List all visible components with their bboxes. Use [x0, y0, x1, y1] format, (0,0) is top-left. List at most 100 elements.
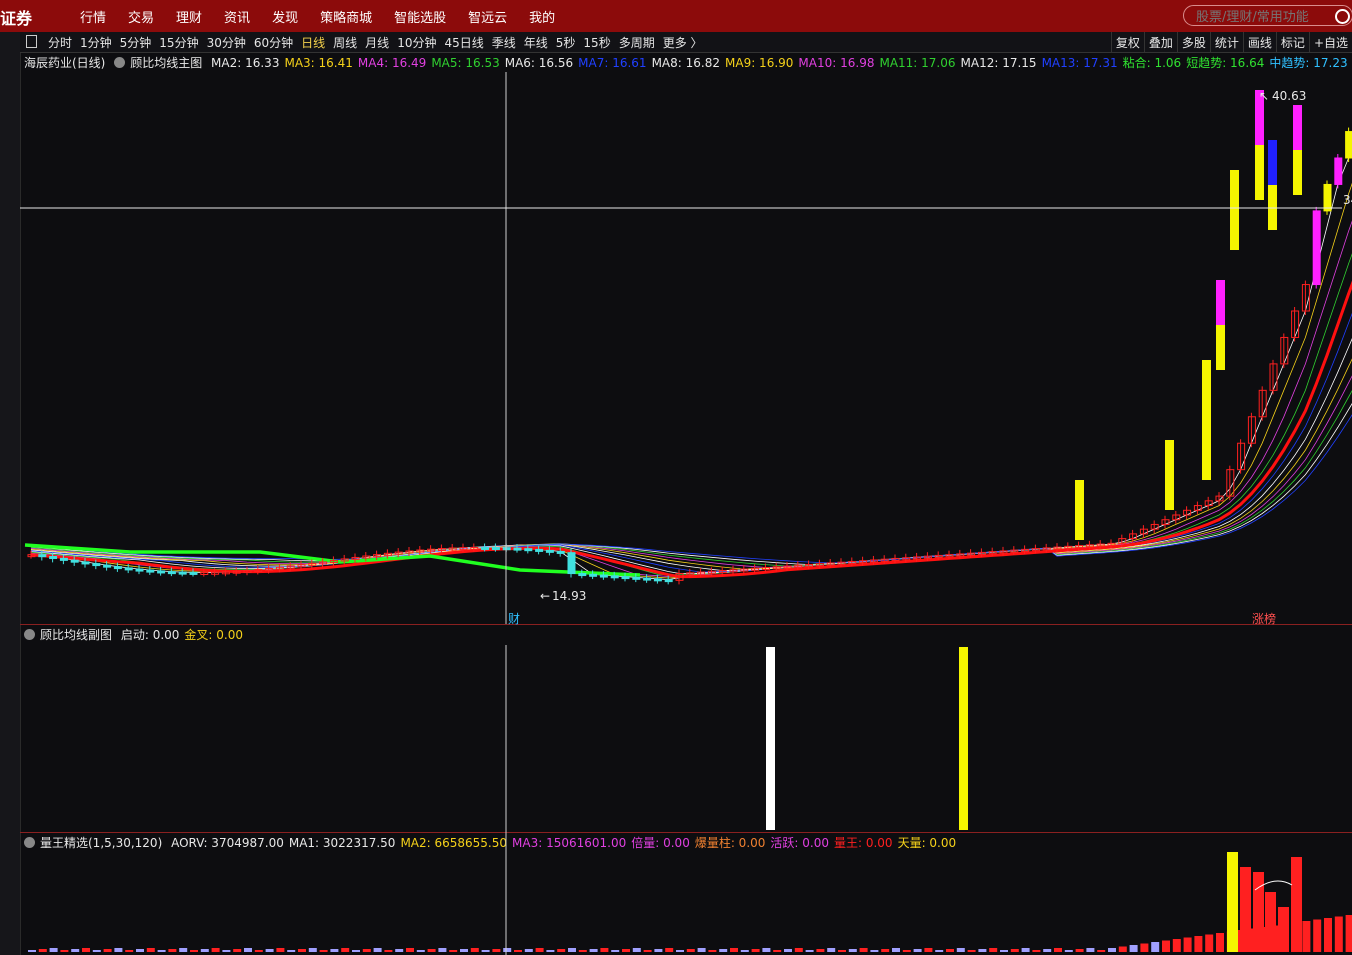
- candle-body: [1334, 157, 1343, 185]
- candle-body: [124, 567, 133, 571]
- candle-body: [621, 576, 630, 580]
- volume-bar: [1108, 948, 1116, 952]
- volume-bar: [989, 948, 998, 952]
- ma-line: [30, 182, 1352, 579]
- volume-bar: [600, 948, 609, 952]
- volume-bar: [190, 950, 198, 952]
- volume-bar: [956, 948, 965, 952]
- volume-bar: [740, 950, 749, 952]
- ma-line: [30, 375, 1352, 568]
- volume-bar: [503, 948, 512, 952]
- candle-body: [1216, 280, 1225, 325]
- candle-body: [59, 557, 68, 561]
- volume-bar: [535, 948, 544, 952]
- volume-bar: [125, 950, 134, 952]
- volume-bar: [935, 950, 944, 952]
- candle-body: [1255, 145, 1264, 200]
- volume-bar: [967, 950, 976, 952]
- volume-bar: [1253, 872, 1264, 952]
- volume-bar: [913, 949, 922, 952]
- ma-line: [30, 403, 1352, 565]
- volume-bar: [578, 950, 587, 952]
- volume-bar: [373, 948, 382, 952]
- candle-body: [1202, 420, 1211, 480]
- volume-bar: [848, 949, 857, 952]
- volume-bar: [708, 950, 717, 952]
- candle-body: [189, 571, 198, 575]
- volume-bar: [1032, 950, 1041, 952]
- volume-bar: [1205, 934, 1214, 952]
- volume-bar: [762, 948, 771, 952]
- candle-body: [513, 547, 522, 551]
- volume-bar: [1129, 945, 1138, 952]
- volume-bar: [1086, 948, 1095, 952]
- volume-bar: [805, 950, 814, 952]
- candle-body: [178, 571, 187, 575]
- volume-bar: [730, 948, 738, 952]
- volume-bar: [233, 949, 242, 952]
- volume-bar: [395, 949, 404, 952]
- arrow-left-icon: ←: [540, 589, 551, 603]
- candle-body: [578, 573, 587, 577]
- candle-body: [81, 561, 90, 565]
- candle-body: [632, 576, 641, 580]
- volume-bar: [881, 949, 890, 952]
- volume-bar: [1240, 867, 1251, 952]
- candle-body: [1230, 210, 1239, 250]
- candle-body: [502, 547, 511, 551]
- volume-bar: [28, 950, 36, 952]
- volume-bar: [244, 948, 252, 952]
- volume-bar: [632, 948, 641, 952]
- event-tag-finance[interactable]: 财: [508, 610, 520, 627]
- signal-bar-start: [766, 647, 775, 830]
- volume-bar: [892, 948, 900, 952]
- event-tag-limit-up[interactable]: 涨榜: [1252, 610, 1276, 627]
- candle-body: [664, 579, 673, 583]
- candle-body: [1075, 480, 1084, 510]
- volume-bar: [827, 948, 836, 952]
- volume-bar: [719, 949, 728, 952]
- volume-bar: [427, 949, 436, 952]
- volume-bar: [1265, 892, 1276, 952]
- volume-bar: [1345, 915, 1352, 952]
- candle-body: [567, 552, 576, 575]
- candle-body: [481, 546, 490, 550]
- volume-bar: [1334, 916, 1343, 952]
- candle-body: [1165, 475, 1174, 510]
- volume-bar: [859, 948, 868, 952]
- volume-bar: [622, 949, 630, 952]
- high-price-label: 40.63: [1272, 89, 1307, 103]
- volume-bar: [103, 949, 112, 952]
- volume-bar: [557, 949, 566, 952]
- volume-bar: [1291, 857, 1302, 952]
- candle-body: [157, 570, 166, 574]
- volume-bar: [784, 949, 792, 952]
- volume-bar: [1278, 907, 1289, 952]
- candle-body: [135, 568, 144, 572]
- crosshair-price-label: 34: [1343, 193, 1352, 207]
- volume-bar: [611, 950, 620, 952]
- volume-bar: [946, 949, 954, 952]
- volume-bar: [157, 950, 166, 952]
- candle-body: [1293, 150, 1302, 195]
- signal-bar-golden-cross: [959, 647, 968, 830]
- candle-body: [589, 573, 598, 577]
- volume-bar: [978, 949, 987, 952]
- volume-bar: [902, 950, 911, 952]
- volume-bar: [1172, 939, 1181, 952]
- volume-bar: [362, 949, 371, 952]
- volume-bar: [470, 948, 479, 952]
- volume-bar: [546, 950, 555, 952]
- candle-body: [1268, 140, 1277, 185]
- moving-average-lines: [24, 151, 1352, 581]
- volume-bar: [1216, 933, 1224, 952]
- volume-bar: [643, 950, 652, 952]
- volume-bar: [524, 949, 533, 952]
- kline-chart-canvas[interactable]: [0, 0, 1352, 955]
- volume-bar: [1194, 936, 1203, 952]
- volume-bar: [568, 948, 576, 952]
- ma-line: [30, 414, 1352, 564]
- candle-body: [113, 566, 122, 570]
- volume-bar: [1227, 852, 1238, 952]
- volume-bar: [406, 948, 414, 952]
